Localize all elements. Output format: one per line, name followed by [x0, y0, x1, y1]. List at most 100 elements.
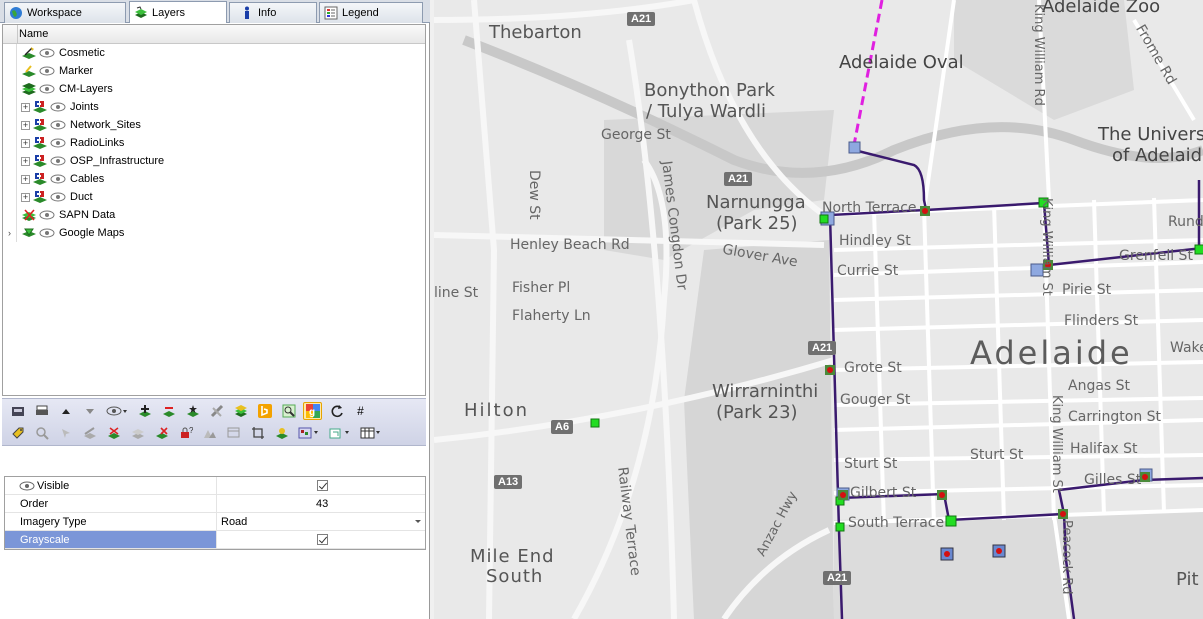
visibility-eye-icon[interactable]	[39, 210, 55, 220]
expand-icon[interactable]: +	[21, 192, 30, 202]
joint-marker[interactable]	[945, 515, 957, 527]
layer-name: OSP_Infrastructure	[70, 155, 165, 167]
visibility-eye-icon[interactable]	[50, 102, 66, 112]
export-dropdown-icon[interactable]	[327, 424, 353, 442]
legend-icon	[324, 6, 338, 20]
layer-row-sapn-data[interactable]: SAPN Data	[3, 206, 425, 224]
layer-row-cm-layers[interactable]: CM-Layers	[3, 80, 425, 98]
print-icon[interactable]	[32, 402, 51, 420]
move-down-icon[interactable]	[80, 402, 99, 420]
visibility-eye-icon[interactable]	[50, 156, 66, 166]
refresh-icon[interactable]	[327, 402, 346, 420]
grid-options-icon[interactable]	[358, 424, 384, 442]
visibility-eye-icon[interactable]	[50, 174, 66, 184]
map-label-adelaide-zoo: Adelaide Zoo	[1042, 0, 1161, 17]
lock-query-icon[interactable]: ?	[176, 424, 195, 442]
map-label-line-st: line St	[434, 285, 479, 301]
map-label-wake: Wake	[1170, 340, 1203, 356]
new-layer-icon[interactable]	[183, 402, 202, 420]
layer-row-duct[interactable]: + Duct	[3, 188, 425, 206]
layer-style-icon[interactable]	[207, 402, 226, 420]
move-up-icon[interactable]	[56, 402, 75, 420]
map-label-gouger: Gouger St	[840, 392, 911, 408]
layer-row-joints[interactable]: + Joints	[3, 98, 425, 116]
visibility-eye-icon[interactable]	[39, 48, 55, 58]
expand-icon[interactable]: +	[21, 138, 30, 148]
label-tag-icon[interactable]	[8, 424, 27, 442]
tab-legend[interactable]: Legend	[319, 2, 423, 23]
imagery-type-select[interactable]: Road	[217, 513, 425, 530]
layer-row-marker[interactable]: Marker	[3, 62, 425, 80]
joint-marker[interactable]	[835, 522, 845, 532]
zoom-to-layer-icon[interactable]	[279, 402, 298, 420]
thematic-icon[interactable]	[200, 424, 219, 442]
visible-checkbox[interactable]	[317, 480, 328, 491]
visible-label: Visible	[37, 479, 70, 492]
expand-icon[interactable]: +	[21, 102, 30, 112]
visibility-eye-icon[interactable]	[39, 66, 55, 76]
road-shield-a13: A13	[494, 475, 523, 489]
map-label-gilles: Gilles St	[1084, 472, 1142, 488]
tab-workspace[interactable]: Workspace	[4, 2, 126, 23]
db-layer-icon	[32, 118, 48, 132]
property-order-name: Order	[5, 495, 217, 512]
expand-icon[interactable]: +	[21, 156, 30, 166]
layer-row-network-sites[interactable]: + Network_Sites	[3, 116, 425, 134]
remove-layer-icon[interactable]	[159, 402, 178, 420]
layer-row-osp-infrastructure[interactable]: + OSP_Infrastructure	[3, 152, 425, 170]
layer-row-radiolinks[interactable]: + RadioLinks	[3, 134, 425, 152]
map-label-univ-1: The Univers	[1098, 124, 1203, 145]
visibility-eye-icon[interactable]	[50, 138, 66, 148]
map-view[interactable]: Thebarton Bonython Park / Tulya Wardli A…	[434, 0, 1203, 619]
layer-row-content: Google Maps	[17, 226, 124, 240]
layer-stack-icon[interactable]	[231, 402, 250, 420]
joint-marker[interactable]	[590, 418, 600, 428]
layer-name: SAPN Data	[59, 209, 116, 221]
grayscale-checkbox[interactable]	[317, 534, 328, 545]
visibility-eye-icon[interactable]	[39, 84, 55, 94]
layer-name: Network_Sites	[70, 119, 141, 131]
map-label-tulya: / Tulya Wardli	[646, 101, 767, 122]
layer-list: Cosmetic Marker CM-Layers + Joints + Network_S…	[3, 44, 425, 242]
eye-icon	[19, 481, 35, 490]
chevron-down-icon	[415, 520, 421, 523]
edit-layer-icon[interactable]	[80, 424, 99, 442]
layer-row-cables[interactable]: + Cables	[3, 170, 425, 188]
crop-tool-icon[interactable]	[248, 424, 267, 442]
reload-layer-icon[interactable]	[272, 424, 291, 442]
visibility-eye-icon[interactable]	[39, 228, 55, 238]
expand-icon[interactable]: +	[21, 174, 30, 184]
layer-row-content: + Duct	[17, 190, 93, 204]
network-site-marker[interactable]	[848, 141, 861, 154]
row-gutter	[3, 80, 17, 98]
google-maps-icon[interactable]: g	[303, 402, 322, 420]
delete-features-icon[interactable]	[152, 424, 171, 442]
tab-info[interactable]: Info	[229, 2, 317, 23]
clear-selection-icon[interactable]	[104, 424, 123, 442]
hash-icon[interactable]: #	[351, 402, 370, 420]
add-layer-icon[interactable]	[135, 402, 154, 420]
layer-options-icon[interactable]	[128, 424, 147, 442]
tab-layers[interactable]: Layers	[129, 1, 227, 23]
select-tool-icon[interactable]	[56, 424, 75, 442]
panel-splitter[interactable]: .....	[2, 446, 426, 480]
joint-marker[interactable]	[819, 214, 829, 224]
expand-icon[interactable]: +	[21, 120, 30, 130]
map-label-henley: Henley Beach Rd	[510, 237, 630, 253]
layer-row-google-maps[interactable]: › Google Maps	[3, 224, 425, 242]
query-dropdown-icon[interactable]	[296, 424, 322, 442]
table-view-icon[interactable]	[224, 424, 243, 442]
name-column-header[interactable]: Name	[19, 28, 48, 40]
joint-marker[interactable]	[1194, 244, 1203, 255]
visibility-dropdown-icon[interactable]	[104, 402, 130, 420]
road-shield-a21: A21	[808, 341, 837, 355]
property-grayscale-name: Grayscale	[5, 531, 217, 548]
layer-row-cosmetic[interactable]: Cosmetic	[3, 44, 425, 62]
save-layers-icon[interactable]	[8, 402, 27, 420]
search-layer-icon[interactable]	[32, 424, 51, 442]
bing-maps-icon[interactable]	[255, 402, 274, 420]
visibility-eye-icon[interactable]	[50, 192, 66, 202]
order-value[interactable]: 43	[316, 498, 328, 510]
visibility-eye-icon[interactable]	[50, 120, 66, 130]
map-label-king-william-st-south: King William St	[1049, 395, 1064, 493]
